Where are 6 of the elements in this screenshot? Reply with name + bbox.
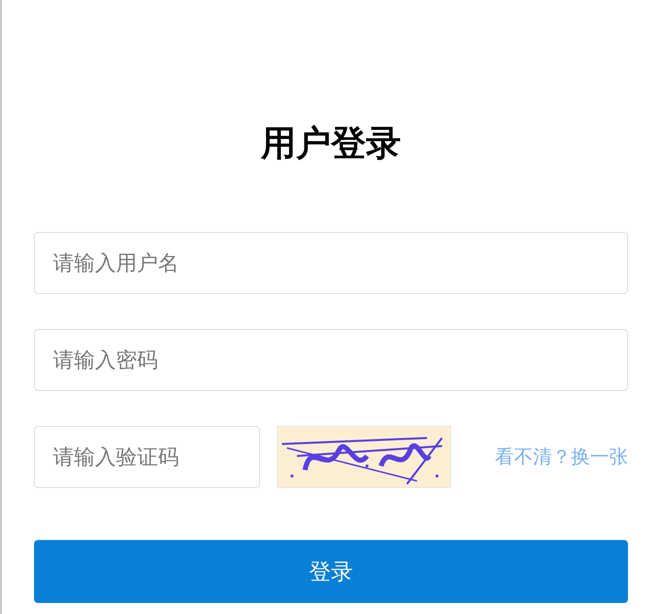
refresh-captcha-link[interactable]: 看不清？换一张 [495, 444, 628, 470]
login-title: 用户登录 [260, 123, 402, 166]
username-field[interactable]: 请输入用户名 [34, 232, 628, 294]
login-button[interactable]: 登录 [34, 540, 628, 603]
password-field[interactable]: 请输入密码 [34, 329, 628, 391]
captcha-field[interactable]: 请输入验证码 [34, 426, 260, 488]
